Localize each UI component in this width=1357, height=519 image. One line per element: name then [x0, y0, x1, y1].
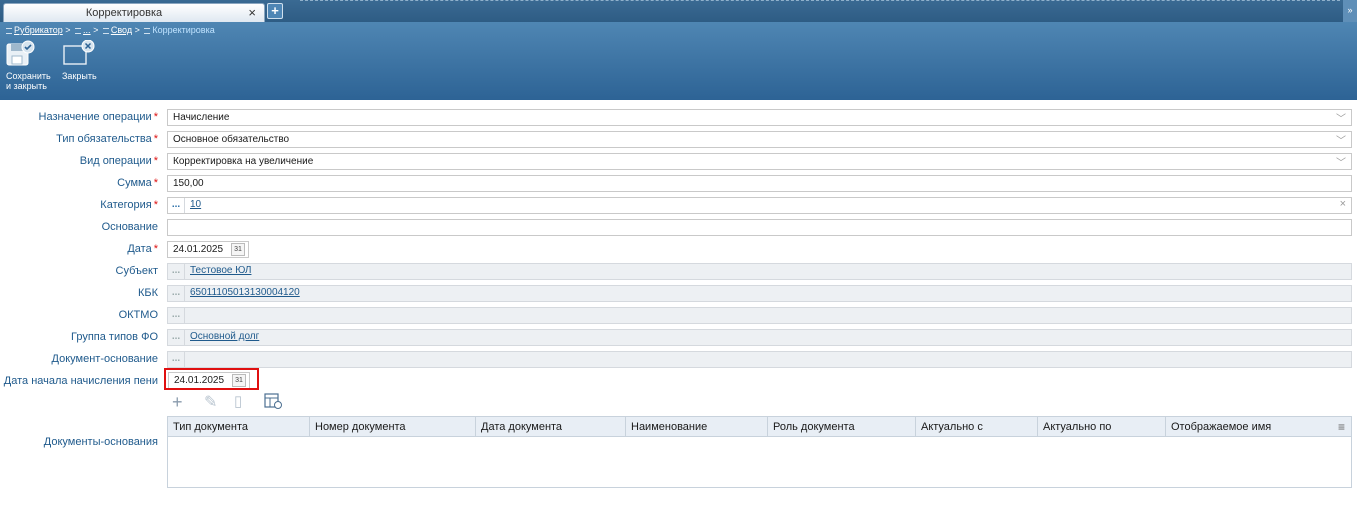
lookup-button: ...: [168, 308, 185, 323]
chevron-down-icon: ﹀: [1336, 136, 1346, 147]
date-input[interactable]: 24.01.2025 31: [167, 241, 249, 258]
basis-label: Основание: [101, 221, 158, 233]
amount-label: Сумма *: [117, 177, 158, 189]
obligation-type-value: Основное обязательство: [173, 134, 290, 145]
oktmo-label: ОКТМО: [118, 309, 158, 321]
menu-icon[interactable]: ≡: [1338, 420, 1345, 434]
column-header[interactable]: Актуально по: [1038, 417, 1166, 437]
subject-field: ... Тестовое ЮЛ: [167, 263, 1352, 280]
calendar-icon[interactable]: 31: [231, 243, 245, 256]
close-button[interactable]: Закрыть: [62, 39, 97, 81]
close-window-icon: [62, 39, 95, 68]
basis-doc-field: ...: [167, 351, 1352, 368]
trash-icon[interactable]: ▯: [234, 392, 242, 410]
toolbar: Рубрикатор > ... > Свод > Корректировка …: [0, 22, 1357, 100]
column-header[interactable]: Номер документа: [310, 417, 476, 437]
lookup-button[interactable]: ...: [168, 198, 185, 213]
chevron-down-icon: ﹀: [1336, 158, 1346, 169]
save-icon: [6, 40, 36, 68]
category-label: Категория *: [100, 199, 158, 211]
list-icon: [75, 27, 82, 34]
basis-doc-label: Документ-основание: [51, 353, 158, 365]
breadcrumb-item[interactable]: Рубрикатор: [14, 25, 63, 35]
column-header[interactable]: Отображаемое имя: [1166, 417, 1351, 437]
operation-kind-select[interactable]: Корректировка на увеличение ﹀: [167, 153, 1352, 170]
tab-strip: Корректировка × + »: [0, 0, 1357, 22]
close-icon[interactable]: ×: [248, 5, 256, 20]
operation-purpose-select[interactable]: Начисление ﹀: [167, 109, 1352, 126]
grid-header: Тип документа Номер документа Дата докум…: [168, 417, 1351, 437]
add-tab-button[interactable]: +: [267, 3, 283, 19]
breadcrumb-current: Корректировка: [152, 25, 215, 35]
column-header[interactable]: Дата документа: [476, 417, 626, 437]
lookup-button: ...: [168, 286, 185, 301]
lookup-button: ...: [168, 264, 185, 279]
column-header[interactable]: Наименование: [626, 417, 768, 437]
breadcrumb: Рубрикатор > ... > Свод > Корректировка: [4, 25, 215, 35]
table-export-icon[interactable]: [264, 392, 282, 415]
fo-group-value[interactable]: Основной долг: [190, 331, 259, 342]
breadcrumb-item[interactable]: ...: [83, 25, 91, 35]
oktmo-field: ...: [167, 307, 1352, 324]
breadcrumb-item[interactable]: Свод: [111, 25, 132, 35]
penalty-start-label: Дата начала начисления пени: [3, 375, 158, 387]
operation-kind-label: Вид операции *: [79, 155, 158, 167]
date-value: 24.01.2025: [173, 244, 224, 255]
operation-kind-value: Корректировка на увеличение: [173, 156, 314, 167]
amount-input[interactable]: 150,00: [167, 175, 1352, 192]
column-header[interactable]: Роль документа: [768, 417, 916, 437]
chevron-down-icon[interactable]: »: [1343, 0, 1357, 22]
highlight-box: [164, 368, 259, 390]
basis-input[interactable]: [167, 219, 1352, 236]
kbk-field: ... 65011105013130004120: [167, 285, 1352, 302]
subject-value[interactable]: Тестовое ЮЛ: [190, 265, 251, 276]
documents-grid: Тип документа Номер документа Дата докум…: [167, 416, 1352, 488]
fo-group-label: Группа типов ФО: [71, 331, 158, 343]
category-value[interactable]: 10: [190, 199, 201, 210]
column-header[interactable]: Тип документа: [168, 417, 310, 437]
chevron-down-icon: ﹀: [1336, 114, 1346, 125]
lookup-button: ...: [168, 330, 185, 345]
category-field[interactable]: ... 10 ×: [167, 197, 1352, 214]
subject-label: Субъект: [115, 265, 158, 277]
obligation-type-label: Тип обязательства *: [56, 133, 158, 145]
plus-icon[interactable]: +: [172, 392, 183, 413]
basis-docs-label: Документы-основания: [43, 436, 158, 448]
close-label: Закрыть: [62, 71, 97, 81]
obligation-type-select[interactable]: Основное обязательство ﹀: [167, 131, 1352, 148]
save-and-close-label: Сохранить и закрыть: [6, 71, 51, 91]
fo-group-field: ... Основной долг: [167, 329, 1352, 346]
kbk-value[interactable]: 65011105013130004120: [190, 287, 300, 298]
amount-value: 150,00: [173, 178, 204, 189]
divider: [300, 0, 1340, 1]
lookup-button: ...: [168, 352, 185, 367]
column-header[interactable]: Актуально с: [916, 417, 1038, 437]
tab-correction[interactable]: Корректировка ×: [3, 3, 265, 22]
kbk-label: КБК: [137, 287, 158, 299]
pencil-icon[interactable]: ✎: [204, 392, 217, 412]
operation-purpose-value: Начисление: [173, 112, 230, 123]
save-and-close-button[interactable]: Сохранить и закрыть: [6, 40, 51, 91]
date-label: Дата *: [127, 243, 158, 255]
list-icon: [144, 27, 151, 34]
list-icon: [102, 27, 109, 34]
list-icon: [6, 27, 12, 34]
operation-purpose-label: Назначение операции *: [38, 111, 158, 123]
form: Назначение операции * Начисление ﹀ Тип об…: [0, 100, 1357, 519]
clear-icon[interactable]: ×: [1340, 198, 1346, 210]
tab-title: Корректировка: [85, 7, 163, 19]
